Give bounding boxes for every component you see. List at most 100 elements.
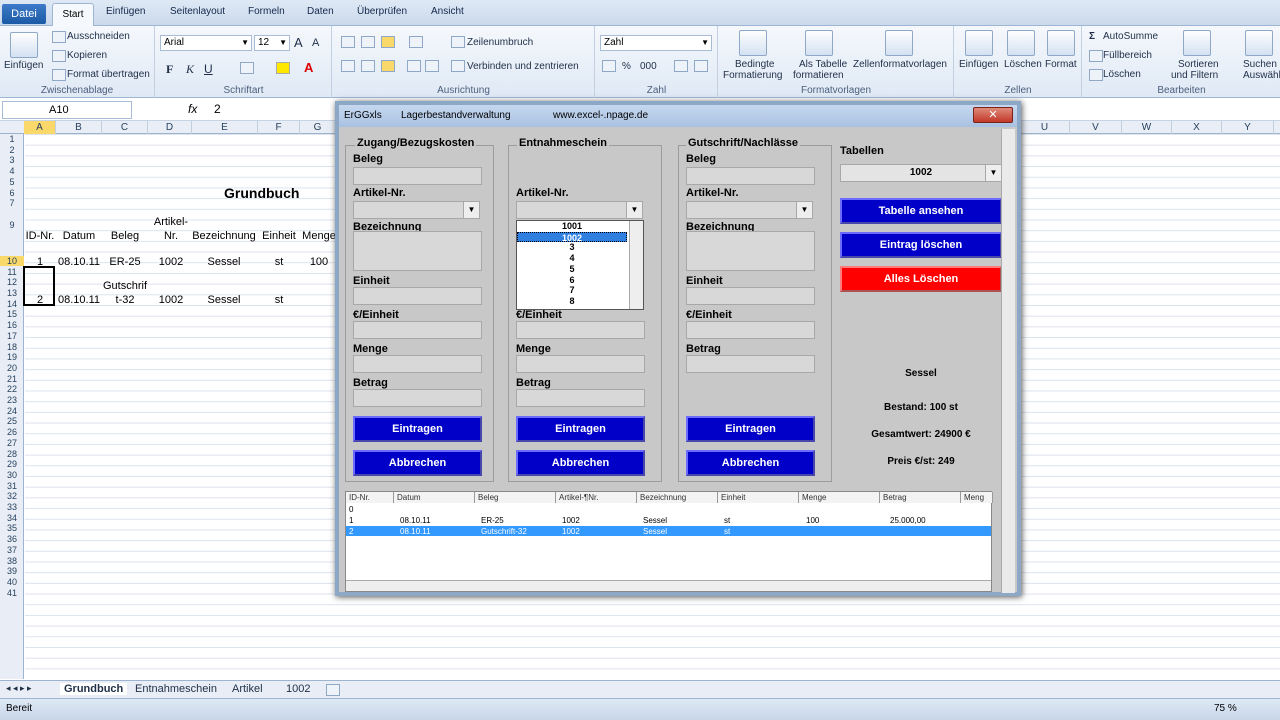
increase-decimal-icon[interactable] [674,60,688,72]
paste-icon[interactable] [10,32,38,58]
row-header[interactable]: 23 [0,395,24,405]
data-cell[interactable]: 08.10.11 [57,256,101,268]
row-header[interactable]: 7 [0,198,24,208]
menge-input[interactable] [353,355,482,373]
tab-view[interactable]: Ansicht [431,6,464,17]
tab-insert[interactable]: Einfügen [106,6,145,17]
sheet-tab-grundbuch[interactable]: Grundbuch [60,683,128,695]
table-row-selected[interactable] [346,526,991,536]
bezeichnung-input[interactable] [686,231,815,271]
decrease-decimal-icon[interactable] [694,60,708,72]
betrag-input[interactable] [516,389,645,407]
fill-button[interactable]: Füllbereich [1103,50,1152,61]
tables-select[interactable]: 1002 ▼ [840,164,1002,182]
table-header[interactable]: Beleg [475,492,556,503]
row-header[interactable]: 4 [0,166,24,176]
table-horizontal-scrollbar[interactable] [346,580,991,591]
row-header[interactable]: 14 [0,299,24,309]
align-left-icon[interactable] [341,60,355,72]
align-right-icon[interactable] [381,60,395,72]
clear-button[interactable]: Löschen [1103,69,1141,80]
list-item[interactable]: 8 [517,296,627,307]
list-item[interactable]: 6 [517,275,627,286]
border-icon[interactable] [240,62,254,74]
cut-button[interactable]: Ausschneiden [67,31,130,42]
zoom-level[interactable]: 75 % [1214,703,1237,714]
table-header[interactable]: Bezeichnung [637,492,718,503]
row-header[interactable]: 11 [0,267,24,277]
preis-input[interactable] [516,321,645,339]
list-item[interactable]: 1001 [517,221,627,232]
clear-icon[interactable] [1089,69,1103,81]
wrap-text-button[interactable]: Zeilenumbruch [467,37,533,48]
format-as-table-label1[interactable]: Als Tabelle [799,59,847,70]
row-header[interactable]: 34 [0,513,24,523]
table-header[interactable]: Betrag [880,492,961,503]
column-header[interactable]: D [148,121,192,134]
row-header[interactable]: 6 [0,188,24,198]
tab-data[interactable]: Daten [307,6,334,17]
shrink-font-icon[interactable]: A [312,37,319,49]
thousands-icon[interactable]: 000 [640,61,657,72]
name-box[interactable]: A10 [2,101,132,119]
header-cell[interactable]: ID-Nr. [25,230,55,242]
row-header[interactable]: 39 [0,566,24,576]
column-header[interactable]: X [1172,121,1222,134]
artikel-dropdown-list[interactable]: 1001 1002 3 4 5 6 7 8 [516,220,644,310]
format-painter-icon[interactable] [52,69,66,81]
einheit-input[interactable] [686,287,815,305]
row-header[interactable]: 9 [0,220,24,230]
table-header[interactable]: Artikel-¶Nr. [556,492,637,503]
row-header[interactable]: 36 [0,534,24,544]
delete-entry-button[interactable]: Eintrag löschen [840,232,1002,258]
tab-formulas[interactable]: Formeln [248,6,285,17]
preis-input[interactable] [353,321,482,339]
view-table-button[interactable]: Tabelle ansehen [840,198,1002,224]
header-cell[interactable]: Nr. [149,230,193,242]
data-cell[interactable]: 100 [301,256,337,268]
autosum-button[interactable]: AutoSumme [1103,31,1158,42]
sort-filter-label2[interactable]: und Filtern [1171,70,1218,81]
format-cells-button[interactable]: Format [1045,59,1077,70]
header-cell[interactable]: Bezeichnung [191,230,257,242]
row-header[interactable]: 32 [0,491,24,501]
grow-font-icon[interactable]: A [294,35,303,50]
entries-table[interactable]: ID-Nr. Datum Beleg Artikel-¶Nr. Bezeichn… [345,491,993,592]
preis-input[interactable] [686,321,815,339]
decrease-indent-icon[interactable] [407,60,421,72]
insert-cells-icon[interactable] [965,30,993,56]
sort-filter-icon[interactable] [1183,30,1211,56]
font-size-select[interactable]: 12 ▼ [254,35,290,51]
row-header[interactable]: 20 [0,363,24,373]
row-header[interactable]: 19 [0,352,24,362]
list-item[interactable]: 3 [517,242,627,253]
wrap-text-icon[interactable] [451,36,465,48]
fill-color-icon[interactable] [276,62,290,74]
chevron-down-icon[interactable]: ▼ [985,165,1001,181]
row-header[interactable]: 15 [0,309,24,319]
eintragen-button[interactable]: Eintragen [353,416,482,442]
list-item[interactable]: 1002 [517,231,627,243]
row-header[interactable]: 2 [0,145,24,155]
align-bottom-icon[interactable] [381,36,395,48]
table-header[interactable]: ID-Nr. [346,492,394,503]
increase-indent-icon[interactable] [425,60,439,72]
row-header[interactable]: 29 [0,459,24,469]
menge-input[interactable] [516,355,645,373]
betrag-input[interactable] [686,355,815,373]
header-cell[interactable]: Beleg [103,230,147,242]
header-cell[interactable]: Artikel- [149,216,193,228]
table-header[interactable]: Menge [799,492,880,503]
row-header[interactable]: 33 [0,502,24,512]
percent-icon[interactable]: % [622,61,631,72]
column-header[interactable]: E [192,121,258,134]
row-header[interactable]: 30 [0,470,24,480]
data-cell[interactable]: Gutschrif [103,280,147,292]
sheet-nav-icon[interactable]: ◂ ◂ ▸ ▸ [6,683,32,694]
abbrechen-button[interactable]: Abbrechen [686,450,815,476]
column-header[interactable]: F [258,121,300,134]
conditional-format-label2[interactable]: Formatierung [723,70,782,81]
copy-button[interactable]: Kopieren [67,50,107,61]
column-header[interactable]: A [24,121,56,134]
function-icon[interactable]: fx [188,102,197,116]
